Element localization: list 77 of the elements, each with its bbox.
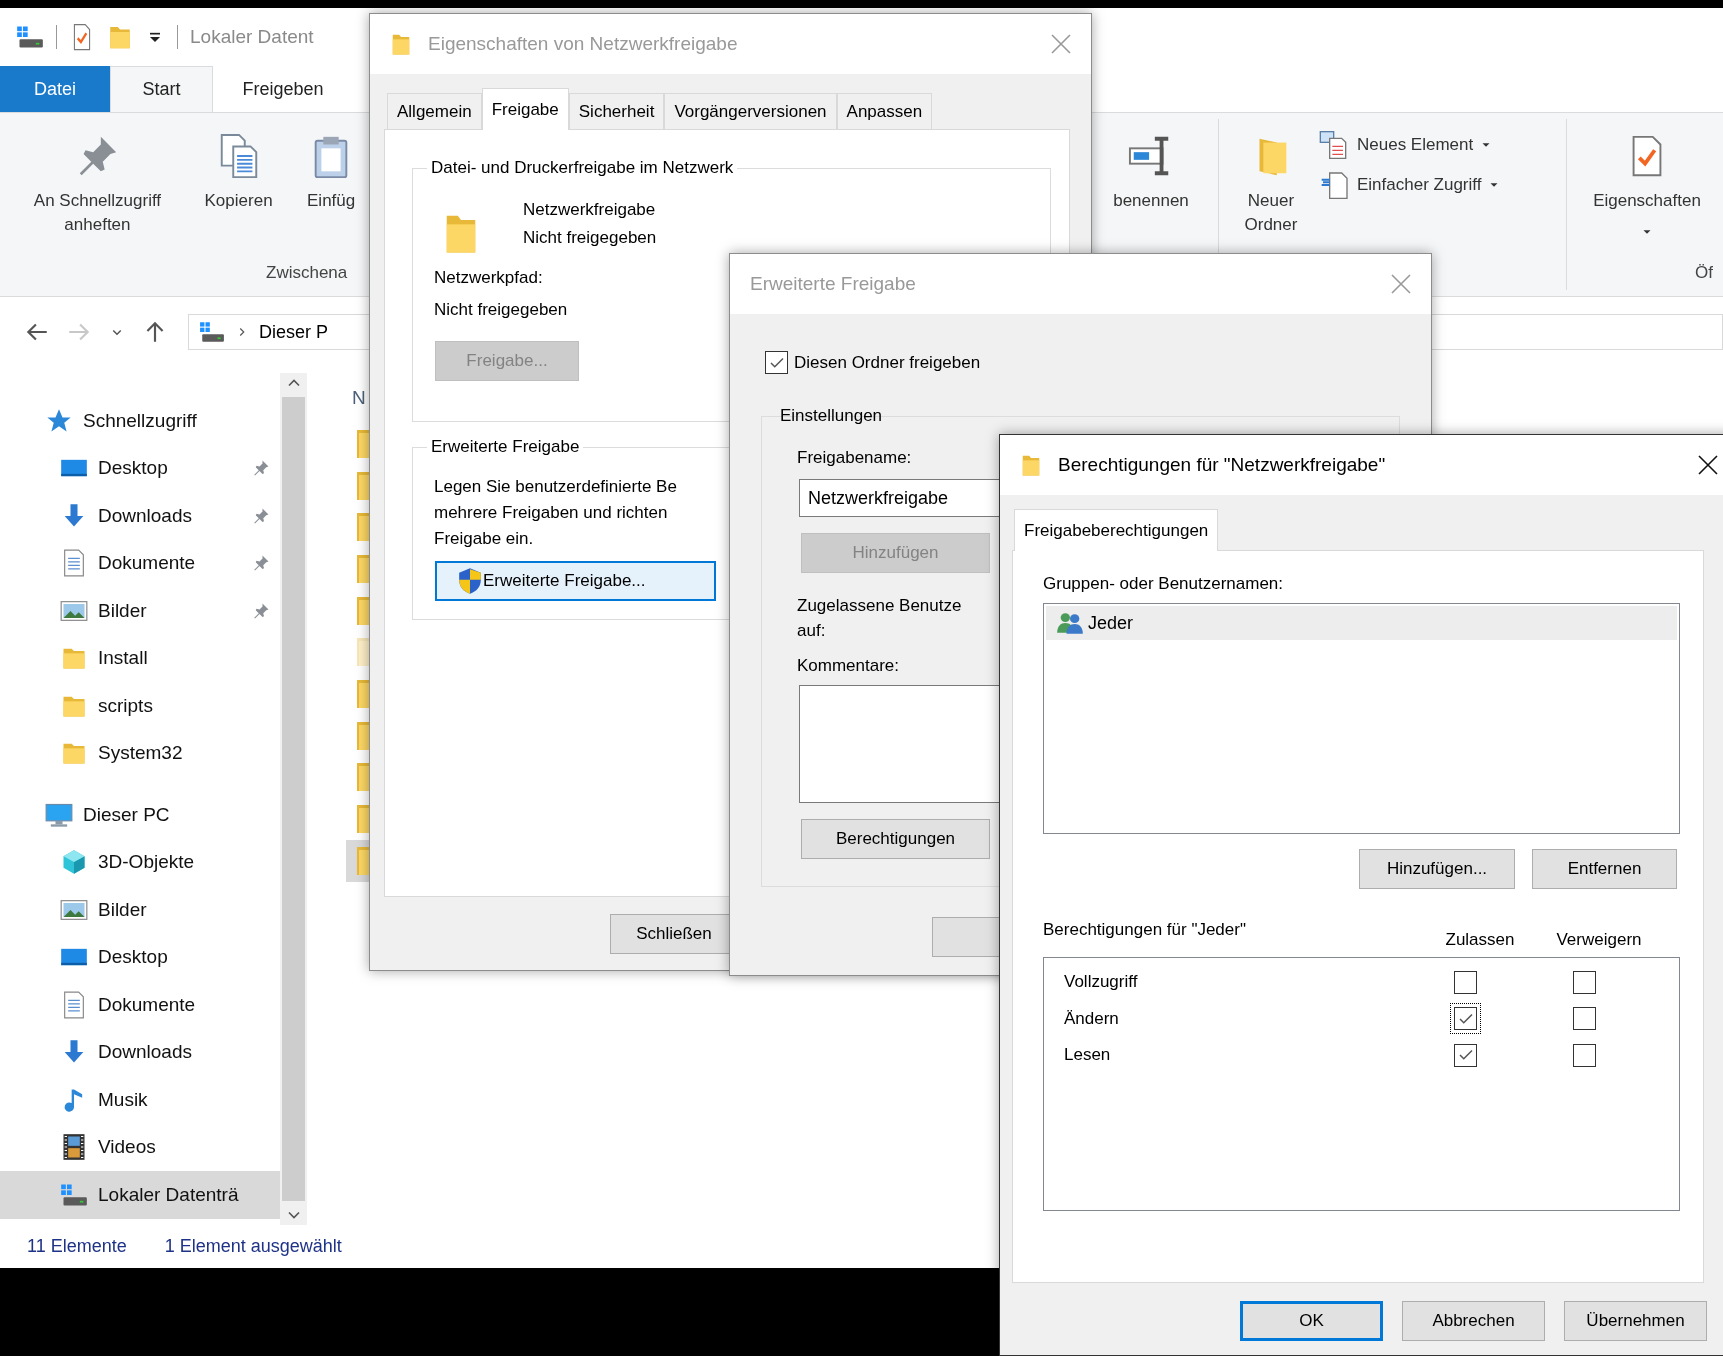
label-text: Zugelassene Benutze auf: <box>797 595 962 642</box>
tab[interactable]: Freigabeberechtigungen <box>1014 509 1219 551</box>
network-path: Nicht freigegeben <box>434 299 568 321</box>
tab[interactable]: Freigabe <box>481 88 569 130</box>
ribbon-button[interactable]: Einfacher Zugriff <box>1319 165 1502 205</box>
users-icon <box>1056 610 1084 636</box>
dialog-title: Eigenschaften von Netzwerkfreigabe <box>428 31 738 56</box>
ribbon-button[interactable]: Einfüg <box>292 121 370 260</box>
breadcrumb[interactable]: Dieser P <box>259 318 329 346</box>
nav-item[interactable]: Videos <box>0 1123 280 1171</box>
dialog-button[interactable]: OK <box>1240 1301 1383 1341</box>
nav-item[interactable]: Dieser PC <box>0 791 280 839</box>
advanced-sharing-button[interactable]: Erweiterte Freigabe... <box>435 561 716 601</box>
dialog-title: Erweiterte Freigabe <box>750 271 916 296</box>
tab[interactable]: Sicherheit <box>568 93 665 129</box>
nav-item[interactable]: scripts <box>0 682 280 730</box>
close-icon <box>1696 453 1720 477</box>
ribbon-button[interactable]: Kopieren <box>190 121 287 260</box>
group-label: Öf <box>1695 262 1714 284</box>
permission-name: Ändern <box>1064 1007 1119 1030</box>
dialog-title: Berechtigungen für "Netzwerkfreigabe" <box>1058 452 1386 477</box>
label-text: Gruppen- oder Benutzernamen: <box>1043 573 1284 595</box>
status-text: 1 Element ausgewählt <box>164 1235 342 1258</box>
column-header: Zulassen <box>1444 929 1516 951</box>
group-label: Zwischena <box>266 262 349 284</box>
folder-name: Netzwerkfreigabe <box>523 199 656 221</box>
scrollbar-thumb[interactable] <box>282 397 305 1201</box>
nav-item[interactable]: Dokumente <box>0 981 280 1029</box>
label-text: Kommentare: <box>797 655 900 677</box>
permission-name: Vollzugriff <box>1064 971 1138 994</box>
description-text: Legen Sie benutzerdefinierte Be mehrere Freigaben und richten Freigabe ein. <box>434 476 677 550</box>
label-text: Berechtigungen für "Jeder" <box>1043 919 1247 941</box>
nav-item[interactable]: Desktop <box>0 933 280 981</box>
nav-item[interactable]: Downloads <box>0 492 280 540</box>
nav-item[interactable]: System32 <box>0 729 280 777</box>
ribbon-button[interactable]: Neues Element <box>1319 125 1502 165</box>
remove-button[interactable]: Entfernen <box>1532 849 1677 889</box>
nav-item[interactable]: Desktop <box>0 444 280 492</box>
nav-item[interactable]: Bilder <box>0 587 280 635</box>
nav-item[interactable]: Bilder <box>0 886 280 934</box>
add-button[interactable]: Hinzufügen... <box>1359 849 1515 889</box>
folder-icon <box>357 638 370 667</box>
drive-icon <box>199 319 225 345</box>
list-item[interactable]: Jeder <box>1046 606 1677 640</box>
ribbon-tab[interactable]: Start <box>110 66 213 112</box>
nav-item[interactable]: 3D-Objekte <box>0 838 280 886</box>
dialog-button[interactable]: Übernehmen <box>1564 1301 1707 1341</box>
label-text: Netzwerkpfad: <box>434 267 543 289</box>
document-icon <box>1319 169 1351 201</box>
scrollbar[interactable] <box>280 373 307 1225</box>
close-icon <box>1049 32 1073 56</box>
checkbox-label: Diesen Ordner freigeben <box>794 351 981 374</box>
nav-item[interactable]: Lokaler Datenträ <box>0 1171 280 1219</box>
ribbon-button[interactable]: An Schnellzugriff anheften <box>8 121 187 260</box>
status-text: 11 Elemente <box>27 1235 127 1258</box>
share-status: Nicht freigegeben <box>523 227 657 249</box>
label-text: Freigabename: <box>797 447 912 469</box>
close-icon <box>1389 272 1413 296</box>
checkbox[interactable] <box>1450 1003 1481 1035</box>
window-title: Lokaler Datent <box>190 24 314 49</box>
nav-item[interactable]: Schnellzugriff <box>0 397 280 445</box>
nav-item[interactable]: Dokumente <box>0 539 280 587</box>
file-menu-tab[interactable]: Datei <box>0 66 110 112</box>
nav-item[interactable]: Musik <box>0 1076 280 1124</box>
tab[interactable]: Vorgängerversionen <box>664 93 837 129</box>
nav-item[interactable]: Install <box>0 634 280 682</box>
group-box-title: Einstellungen <box>779 405 884 427</box>
tab[interactable]: Allgemein <box>387 93 482 129</box>
tab[interactable]: Anpassen <box>836 93 933 129</box>
permission-name: Lesen <box>1064 1044 1111 1067</box>
column-header: Verweigern <box>1555 929 1643 951</box>
ribbon-button[interactable]: Eigenschaften <box>1577 121 1717 260</box>
shield-icon <box>457 567 483 595</box>
permissions-button[interactable]: Berechtigungen <box>801 819 990 859</box>
nav-item[interactable]: Downloads <box>0 1028 280 1076</box>
dialog-button[interactable]: Abbrechen <box>1402 1301 1545 1341</box>
close-button[interactable] <box>1696 453 1720 477</box>
